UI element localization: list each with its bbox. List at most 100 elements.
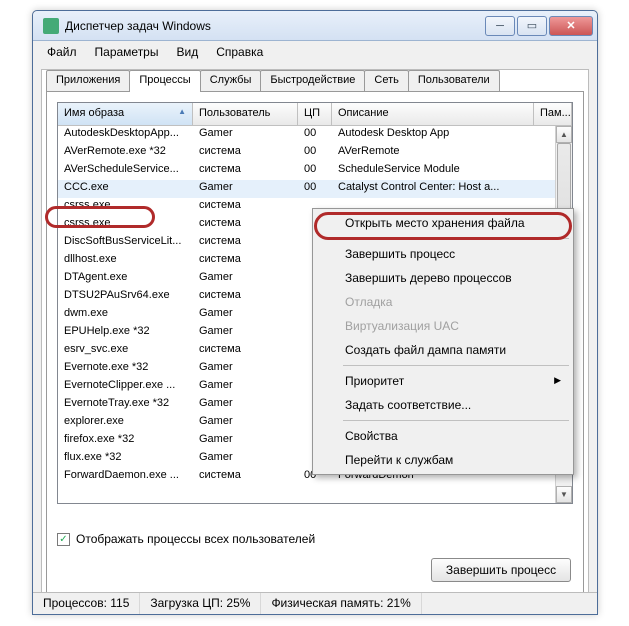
cell-user: Gamer <box>193 270 298 288</box>
statusbar: Процессов: 115 Загрузка ЦП: 25% Физическ… <box>33 592 597 614</box>
scroll-down-button[interactable]: ▼ <box>556 486 572 503</box>
cell-image: AVerScheduleService... <box>58 162 193 180</box>
ctx-properties[interactable]: Свойства <box>315 424 571 448</box>
tab-performance[interactable]: Быстродействие <box>260 70 365 92</box>
titlebar[interactable]: Диспетчер задач Windows ─ ▭ ✕ <box>33 11 597 41</box>
window-title: Диспетчер задач Windows <box>65 19 483 33</box>
cell-image: Evernote.exe *32 <box>58 360 193 378</box>
ctx-uac-virtualization: Виртуализация UAC <box>315 314 571 338</box>
table-row[interactable]: AVerScheduleService...система00ScheduleS… <box>58 162 572 180</box>
tab-applications[interactable]: Приложения <box>46 70 130 92</box>
cell-cpu: 00 <box>298 126 332 144</box>
cell-user: система <box>193 144 298 162</box>
cell-image: CCC.exe <box>58 180 193 198</box>
cell-user: Gamer <box>193 126 298 144</box>
cell-image: esrv_svc.exe <box>58 342 193 360</box>
show-all-users-checkbox[interactable]: ✓ <box>57 533 70 546</box>
cell-user: Gamer <box>193 180 298 198</box>
menu-view[interactable]: Вид <box>168 43 206 61</box>
sort-asc-icon: ▲ <box>178 107 186 116</box>
status-memory-usage: Физическая память: 21% <box>261 593 421 614</box>
cell-cpu: 00 <box>298 144 332 162</box>
cell-user: Gamer <box>193 396 298 414</box>
submenu-arrow-icon: ▶ <box>554 375 561 386</box>
cell-user: система <box>193 252 298 270</box>
tab-strip: Приложения Процессы Службы Быстродействи… <box>46 70 592 92</box>
cell-user: система <box>193 216 298 234</box>
col-image[interactable]: Имя образа▲ <box>58 103 193 125</box>
menu-file[interactable]: Файл <box>39 43 85 61</box>
close-button[interactable]: ✕ <box>549 16 593 36</box>
ctx-open-file-location[interactable]: Открыть место хранения файла <box>315 211 571 235</box>
ctx-end-process-tree[interactable]: Завершить дерево процессов <box>315 266 571 290</box>
cell-image: flux.exe *32 <box>58 450 193 468</box>
cell-desc: Autodesk Desktop App <box>332 126 572 144</box>
separator <box>343 365 569 366</box>
col-description[interactable]: Описание <box>332 103 534 125</box>
show-all-users-row: ✓ Отображать процессы всех пользователей <box>57 532 315 546</box>
ctx-end-process[interactable]: Завершить процесс <box>315 242 571 266</box>
ctx-go-to-services[interactable]: Перейти к службам <box>315 448 571 472</box>
cell-image: csrss.exe <box>58 198 193 216</box>
scroll-up-button[interactable]: ▲ <box>556 126 572 143</box>
table-row[interactable]: CCC.exeGamer00Catalyst Control Center: H… <box>58 180 572 198</box>
cell-image: EPUHelp.exe *32 <box>58 324 193 342</box>
status-cpu-usage: Загрузка ЦП: 25% <box>140 593 261 614</box>
end-process-button[interactable]: Завершить процесс <box>431 558 571 582</box>
show-all-users-label: Отображать процессы всех пользователей <box>76 532 315 546</box>
column-headers: Имя образа▲ Пользователь ЦП Описание Пам… <box>58 103 572 126</box>
cell-image: EvernoteTray.exe *32 <box>58 396 193 414</box>
col-memory[interactable]: Пам... <box>534 103 572 125</box>
cell-image: explorer.exe <box>58 414 193 432</box>
cell-image: firefox.exe *32 <box>58 432 193 450</box>
cell-image: dwm.exe <box>58 306 193 324</box>
cell-user: Gamer <box>193 360 298 378</box>
cell-user: система <box>193 468 298 486</box>
cell-user: система <box>193 162 298 180</box>
ctx-debug: Отладка <box>315 290 571 314</box>
cell-user: Gamer <box>193 414 298 432</box>
separator <box>343 238 569 239</box>
cell-user: Gamer <box>193 378 298 396</box>
maximize-button[interactable]: ▭ <box>517 16 547 36</box>
tab-services[interactable]: Службы <box>200 70 262 92</box>
cell-user: Gamer <box>193 306 298 324</box>
cell-user: система <box>193 198 298 216</box>
menu-help[interactable]: Справка <box>208 43 271 61</box>
cell-image: ForwardDaemon.exe ... <box>58 468 193 486</box>
separator <box>343 420 569 421</box>
table-row[interactable]: AVerRemote.exe *32система00AVerRemote <box>58 144 572 162</box>
cell-user: система <box>193 342 298 360</box>
cell-image: dllhost.exe <box>58 252 193 270</box>
tab-users[interactable]: Пользователи <box>408 70 500 92</box>
cell-image: DiscSoftBusServiceLit... <box>58 234 193 252</box>
cell-user: Gamer <box>193 324 298 342</box>
cell-user: Gamer <box>193 432 298 450</box>
cell-desc: AVerRemote <box>332 144 572 162</box>
status-process-count: Процессов: 115 <box>33 593 140 614</box>
cell-user: система <box>193 288 298 306</box>
cell-desc: Catalyst Control Center: Host a... <box>332 180 572 198</box>
col-cpu[interactable]: ЦП <box>298 103 332 125</box>
cell-image: DTAgent.exe <box>58 270 193 288</box>
cell-image: AutodeskDesktopApp... <box>58 126 193 144</box>
cell-image: DTSU2PAuSrv64.exe <box>58 288 193 306</box>
tab-networking[interactable]: Сеть <box>364 70 408 92</box>
ctx-create-dump[interactable]: Создать файл дампа памяти <box>315 338 571 362</box>
cell-image: csrss.exe <box>58 216 193 234</box>
minimize-button[interactable]: ─ <box>485 16 515 36</box>
context-menu: Открыть место хранения файла Завершить п… <box>312 208 574 475</box>
menu-options[interactable]: Параметры <box>87 43 167 61</box>
tab-processes[interactable]: Процессы <box>129 70 200 92</box>
table-row[interactable]: AutodeskDesktopApp...Gamer00Autodesk Des… <box>58 126 572 144</box>
app-icon <box>43 18 59 34</box>
cell-image: AVerRemote.exe *32 <box>58 144 193 162</box>
menubar: Файл Параметры Вид Справка <box>33 41 597 63</box>
cell-user: Gamer <box>193 450 298 468</box>
cell-cpu: 00 <box>298 180 332 198</box>
cell-desc: ScheduleService Module <box>332 162 572 180</box>
col-user[interactable]: Пользователь <box>193 103 298 125</box>
ctx-set-affinity[interactable]: Задать соответствие... <box>315 393 571 417</box>
cell-image: EvernoteClipper.exe ... <box>58 378 193 396</box>
ctx-priority[interactable]: Приоритет▶ <box>315 369 571 393</box>
